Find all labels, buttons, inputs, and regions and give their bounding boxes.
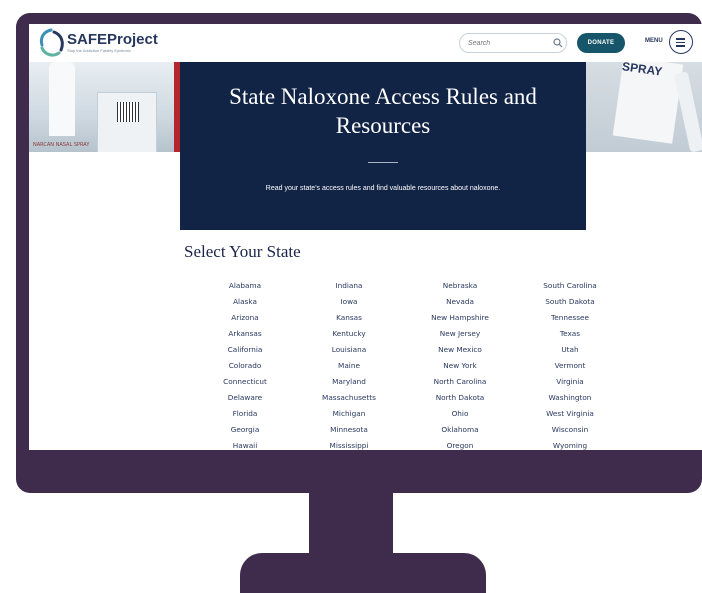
hero-subtitle: Read your state's access rules and find … [265, 185, 501, 192]
logo-tagline: Stop the Addiction Fatality Epidemic [67, 48, 131, 53]
hamburger-menu-icon[interactable] [669, 30, 693, 54]
state-link[interactable]: Alabama [190, 278, 300, 294]
donate-button[interactable]: DONATE [577, 33, 625, 53]
page-title: State Naloxone Access Rules and Resource… [229, 84, 537, 138]
safeproject-logo-icon[interactable] [37, 28, 65, 58]
menu-label[interactable]: MENU [645, 38, 663, 44]
monitor-stand-base [240, 553, 486, 593]
state-link[interactable]: Vermont [515, 358, 625, 374]
state-link[interactable]: Tennessee [515, 310, 625, 326]
state-link[interactable]: New Jersey [405, 326, 515, 342]
state-link[interactable]: Kentucky [294, 326, 404, 342]
state-link[interactable]: Virginia [515, 374, 625, 390]
state-link[interactable]: Arizona [190, 310, 300, 326]
hero-banner: State Naloxone Access Rules and Resource… [180, 62, 586, 230]
state-column-4: South Carolina South Dakota Tennessee Te… [515, 278, 625, 450]
state-link[interactable]: North Carolina [405, 374, 515, 390]
state-link[interactable]: Iowa [294, 294, 404, 310]
state-column-2: Indiana Iowa Kansas Kentucky Louisiana M… [294, 278, 404, 450]
state-link[interactable]: Colorado [190, 358, 300, 374]
state-link[interactable]: Ohio [405, 406, 515, 422]
site-header: SAFEProject Stop the Addiction Fatality … [29, 24, 702, 62]
state-link[interactable]: Louisiana [294, 342, 404, 358]
state-link[interactable]: West Virginia [515, 406, 625, 422]
state-link[interactable]: New Hampshire [405, 310, 515, 326]
monitor-stand-neck [309, 490, 393, 560]
browser-screen: SAFEProject Stop the Addiction Fatality … [29, 24, 702, 450]
hero-image-label: NARCAN NASAL SPRAY [33, 142, 90, 148]
state-link[interactable]: Wyoming [515, 438, 625, 450]
state-link[interactable]: Texas [515, 326, 625, 342]
state-link[interactable]: Washington [515, 390, 625, 406]
state-link[interactable]: Massachusetts [294, 390, 404, 406]
state-link[interactable]: New Mexico [405, 342, 515, 358]
state-link[interactable]: Oregon [405, 438, 515, 450]
logo-text[interactable]: SAFEProject [67, 31, 158, 48]
state-link[interactable]: Oklahoma [405, 422, 515, 438]
state-link[interactable]: South Carolina [515, 278, 625, 294]
state-link[interactable]: New York [405, 358, 515, 374]
state-link[interactable]: Maine [294, 358, 404, 374]
state-link[interactable]: Delaware [190, 390, 300, 406]
state-link[interactable]: South Dakota [515, 294, 625, 310]
hero-divider [368, 162, 398, 163]
search-icon[interactable] [552, 37, 564, 49]
state-link[interactable]: Mississippi [294, 438, 404, 450]
state-link[interactable]: Nevada [405, 294, 515, 310]
state-link[interactable]: Wisconsin [515, 422, 625, 438]
state-link[interactable]: Utah [515, 342, 625, 358]
state-link[interactable]: Hawaii [190, 438, 300, 450]
state-link[interactable]: Michigan [294, 406, 404, 422]
search-input[interactable] [468, 37, 548, 49]
state-link[interactable]: North Dakota [405, 390, 515, 406]
state-column-3: Nebraska Nevada New Hampshire New Jersey… [405, 278, 515, 450]
search-box[interactable] [459, 33, 567, 53]
state-link[interactable]: Arkansas [190, 326, 300, 342]
state-link[interactable]: Minnesota [294, 422, 404, 438]
state-link[interactable]: Maryland [294, 374, 404, 390]
state-link[interactable]: Kansas [294, 310, 404, 326]
state-link[interactable]: Nebraska [405, 278, 515, 294]
state-link[interactable]: Indiana [294, 278, 404, 294]
state-link[interactable]: Georgia [190, 422, 300, 438]
state-link[interactable]: Connecticut [190, 374, 300, 390]
select-state-heading: Select Your State [184, 242, 301, 261]
state-column-1: Alabama Alaska Arizona Arkansas Californ… [190, 278, 300, 450]
state-link[interactable]: California [190, 342, 300, 358]
state-link[interactable]: Alaska [190, 294, 300, 310]
hero-image-naloxone-spray: NARCAN NASAL SPRAY [29, 62, 180, 152]
hero-image-packaging: SPRAY [586, 62, 702, 152]
state-link[interactable]: Florida [190, 406, 300, 422]
